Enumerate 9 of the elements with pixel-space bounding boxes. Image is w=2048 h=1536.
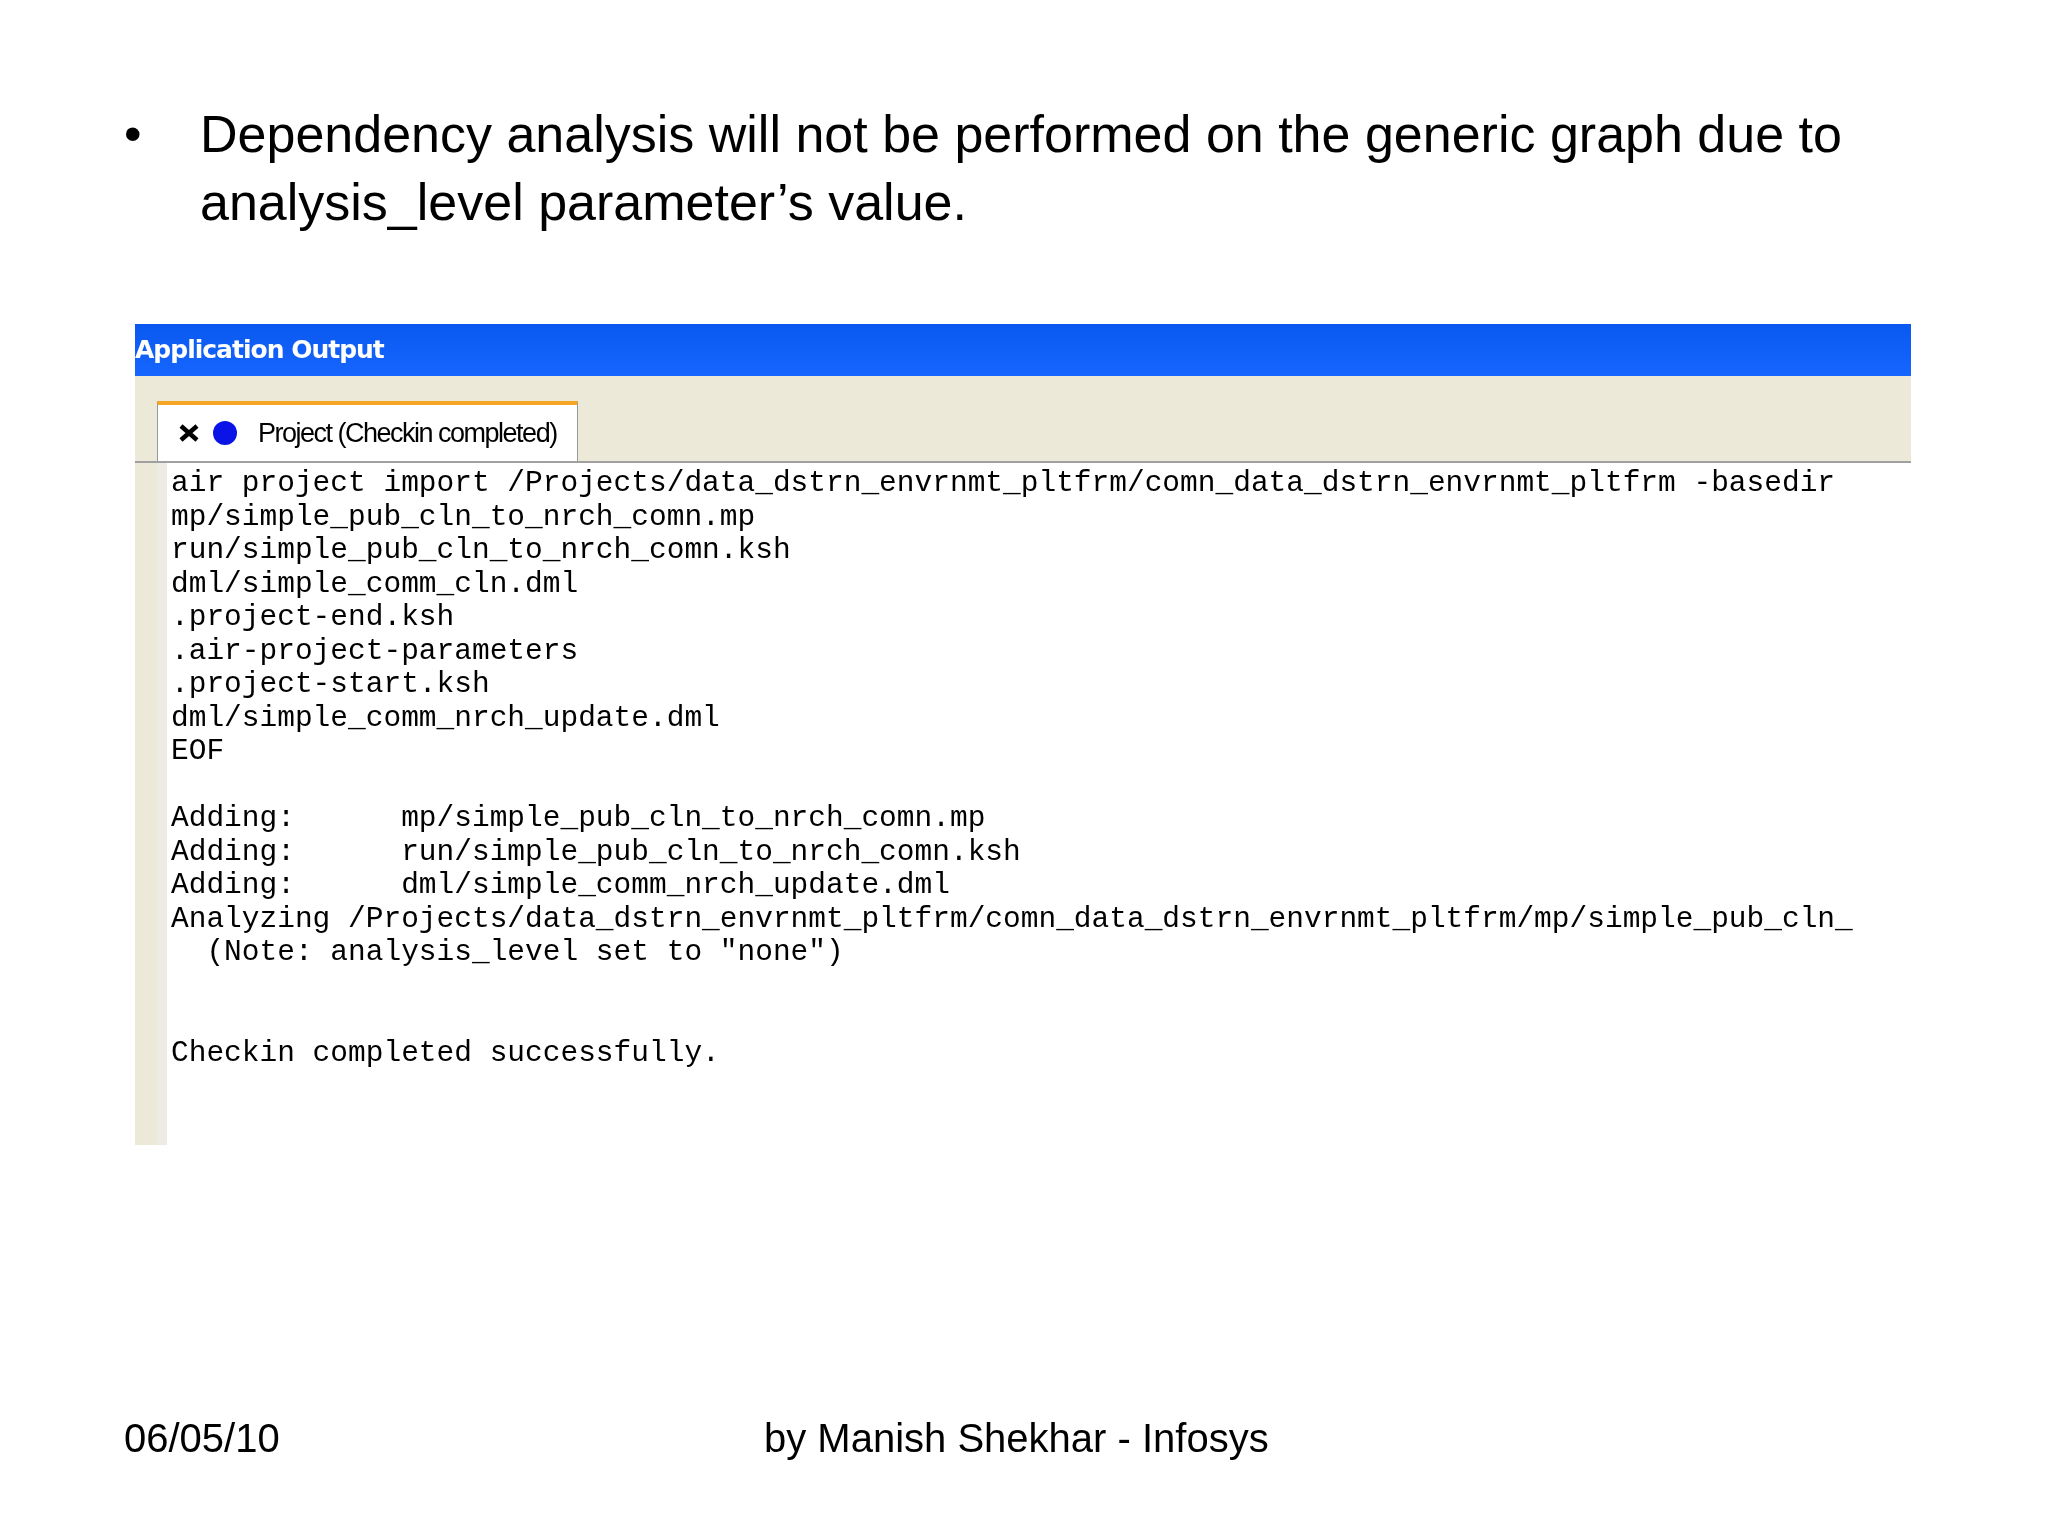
bullet-mark: • bbox=[124, 105, 143, 164]
close-icon[interactable] bbox=[178, 423, 200, 443]
status-dot-icon bbox=[212, 420, 238, 446]
console-output: air project import /Projects/data_dstrn_envrnmt_pltfrm/comn_data_dstrn_envrnmt_pltfrm -basedir mp/simple_pub_cln_to_nrch_comn.mp run/simple_pub_cln_to_nrch_comn.ksh dml/simple_comm_cln.dml .project-end.ksh .air-project-parameters .project-start.ksh dml/simple_comm_nrch_update.dml EOF Adding: mp/simple_pub_cln_to_nrch_comn.mp Adding: run/simple_pub_cln_to_nrch_comn.ksh Adding: dml/simple_comm_nrch_update.dml Analyzing /Projects/data_dstrn_envrnmt_pltfrm/comn_data_dstrn_envrnmt_pltfrm/mp/simple_pub_cln_ (Note: analysis_level set to "none") Checkin completed successfully. bbox=[171, 467, 1853, 1070]
output-tab[interactable]: Project (Checkin completed) bbox=[157, 401, 578, 461]
slide-author: by Manish Shekhar - Infosys bbox=[764, 1415, 1269, 1462]
window-title: Application Output bbox=[135, 334, 384, 367]
slide-date: 06/05/10 bbox=[124, 1415, 281, 1462]
bullet-text: Dependency analysis will not be performed on the generic graph due to analysis_level parameter’s value. bbox=[200, 104, 1843, 233]
